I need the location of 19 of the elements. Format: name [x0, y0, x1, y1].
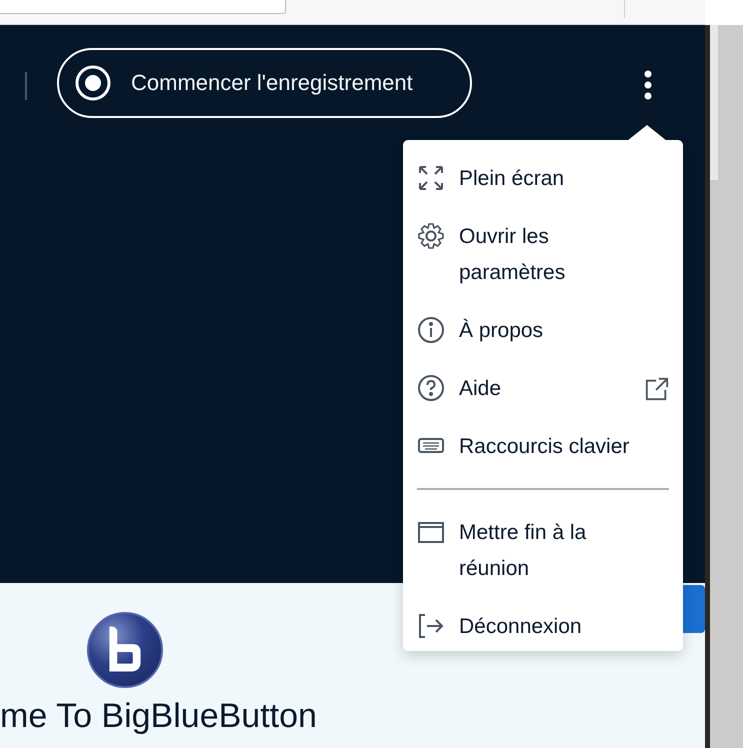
menu-item[interactable]: Ouvrir les paramètres — [417, 220, 669, 294]
menu-item[interactable]: Aide — [417, 372, 669, 410]
menu-item[interactable]: Raccourcis clavier — [417, 430, 669, 468]
external-link-icon — [645, 377, 669, 401]
info-icon — [417, 316, 445, 344]
menu-item[interactable]: Déconnexion — [417, 610, 669, 648]
help-icon — [417, 374, 445, 402]
welcome-title: me To BigBlueButton — [0, 697, 318, 736]
scrollbar[interactable] — [710, 25, 718, 180]
menu-item[interactable]: Plein écran — [417, 162, 669, 200]
logout-icon — [417, 612, 445, 640]
more-options-icon[interactable] — [643, 70, 653, 100]
menu-item[interactable]: Mettre fin à la réunion — [417, 516, 669, 590]
record-button[interactable]: Commencer l'enregistrement — [57, 48, 472, 118]
logo-icon — [86, 611, 164, 689]
address-field[interactable] — [0, 0, 286, 14]
settings-icon — [417, 222, 445, 250]
fullscreen-icon — [417, 164, 445, 192]
menu-item[interactable]: À propos — [417, 314, 669, 352]
